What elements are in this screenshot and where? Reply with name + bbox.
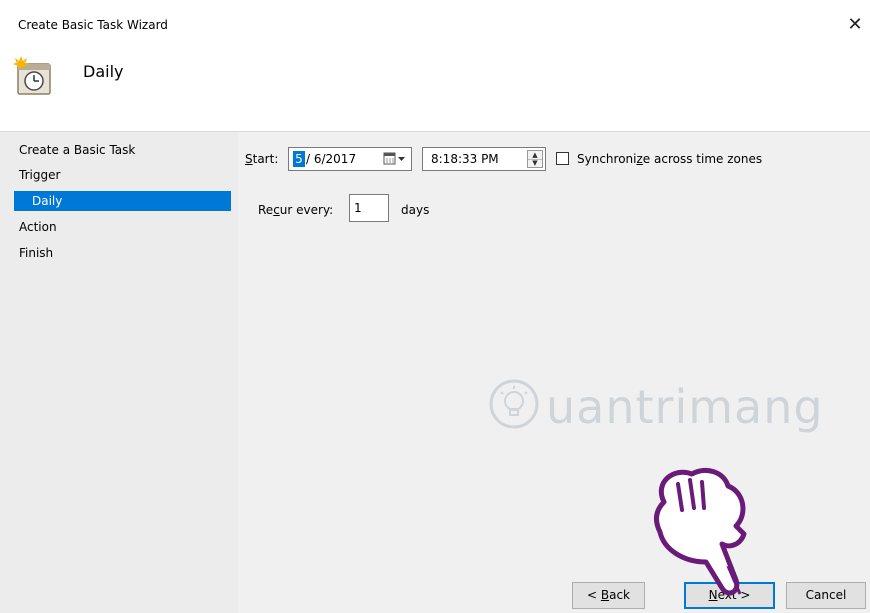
recur-days-input[interactable]: 1 <box>349 194 389 222</box>
step-trigger: Trigger <box>19 168 61 182</box>
task-scheduler-clock-icon <box>13 56 51 95</box>
step-finish: Finish <box>19 246 54 260</box>
wizard-steps-panel: Create a Basic Task Trigger Daily Action… <box>0 132 238 613</box>
recur-unit-label: days <box>401 203 430 217</box>
watermark-text: uantrimang <box>546 380 824 434</box>
sync-time-zones-checkbox[interactable] <box>556 152 569 165</box>
back-prefix: < <box>586 588 601 602</box>
time-value: 8:18:33 PM <box>431 152 499 166</box>
back-key: B <box>600 588 610 602</box>
sync-label-after: e across time zones <box>642 152 763 166</box>
start-label-rest: tart: <box>252 152 279 166</box>
recur-label-before: Re <box>258 203 274 217</box>
step-daily: Daily <box>14 191 231 211</box>
sync-label-before: Synchroni <box>577 152 637 166</box>
start-label: Start: <box>245 152 278 166</box>
sync-time-zones-label[interactable]: Synchronize across time zones <box>577 152 762 166</box>
start-label-key: S <box>245 152 253 166</box>
back-rest: ack <box>609 588 630 602</box>
recur-every-label: Recur every: <box>258 203 333 217</box>
watermark: uantrimang <box>488 372 838 452</box>
date-rest-text: / 6/2017 <box>306 152 357 166</box>
window-title: Create Basic Task Wizard <box>18 18 168 32</box>
spin-down-icon[interactable]: ▼ <box>528 159 542 167</box>
wizard-window: Create Basic Task Wizard ✕ Daily Create … <box>0 0 870 613</box>
wizard-header: Daily <box>0 48 870 132</box>
pointing-hand-icon <box>654 468 747 596</box>
calendar-dropdown-icon[interactable] <box>383 152 407 166</box>
step-action: Action <box>19 220 57 234</box>
start-time-field[interactable]: 8:18:33 PM ▲ ▼ <box>422 147 546 171</box>
recur-label-key: c <box>273 203 280 217</box>
lightbulb-icon <box>489 379 539 429</box>
time-spinner[interactable]: ▲ ▼ <box>527 150 543 168</box>
cancel-button[interactable]: Cancel <box>786 582 866 609</box>
page-title: Daily <box>83 62 124 81</box>
recur-label-after: ur every: <box>279 203 334 217</box>
title-bar: Create Basic Task Wizard ✕ <box>0 0 870 48</box>
step-create-basic-task: Create a Basic Task <box>19 143 136 157</box>
close-button[interactable]: ✕ <box>840 10 870 40</box>
start-date-picker[interactable]: 5 / 6/2017 <box>288 147 412 171</box>
date-month-segment[interactable]: 5 <box>293 151 305 167</box>
back-button[interactable]: < Back <box>572 582 645 609</box>
